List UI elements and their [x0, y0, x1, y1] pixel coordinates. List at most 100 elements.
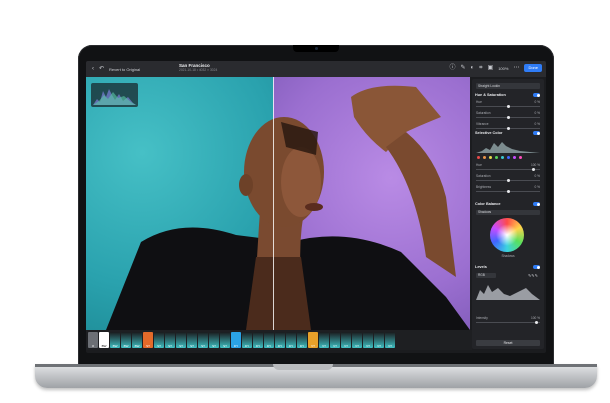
filter-thumbnail[interactable]: VT	[374, 332, 384, 348]
filter-thumbnail[interactable]: DY	[242, 332, 252, 348]
slider-value: 0 %	[534, 185, 541, 189]
slider-knob[interactable]	[507, 190, 510, 193]
filter-thumbnail[interactable]: DY	[231, 332, 241, 348]
macbook-stage: ‹ ↶ Revert to Original San Francisco 202…	[0, 0, 610, 403]
levels-toggle[interactable]	[533, 265, 540, 269]
camera-icon	[315, 47, 318, 50]
filter-thumbnail[interactable]: ST	[220, 332, 230, 348]
filter-thumbnail[interactable]: DY	[286, 332, 296, 348]
chest-shape	[246, 257, 311, 330]
filter-thumbnail[interactable]: VT	[330, 332, 340, 348]
slider-knob[interactable]	[507, 105, 510, 108]
photo-canvas[interactable]	[86, 77, 470, 330]
filter-thumbnail[interactable]: BW	[132, 332, 142, 348]
filter-thumbnail[interactable]: ST	[143, 332, 153, 348]
red-dot[interactable]	[477, 156, 480, 159]
lips-shape	[305, 203, 323, 211]
selective-color-toggle[interactable]	[533, 131, 540, 135]
filter-thumbnail[interactable]: VT	[319, 332, 329, 348]
more-icon[interactable]: ⋯	[513, 64, 519, 72]
toolbar-left: ‹ ↶ Revert to Original	[92, 65, 140, 73]
adjustment-slider[interactable]	[476, 127, 540, 130]
slider-knob[interactable]	[534, 321, 538, 324]
compare-icon[interactable]: ▣	[488, 64, 494, 72]
filter-thumbnail[interactable]: VT	[363, 332, 373, 348]
zoom-level[interactable]: 100%	[498, 66, 508, 71]
filter-thumbnail[interactable]: DY	[275, 332, 285, 348]
filter-thumbnail[interactable]: VT	[352, 332, 362, 348]
color-balance-title: Color Balance	[475, 202, 501, 206]
slider-label: Vibrance	[476, 122, 489, 126]
color-balance-mode[interactable]: Shadows	[476, 210, 540, 215]
filter-thumbnail[interactable]: VT	[308, 332, 318, 348]
filter-thumbnail[interactable]: VT	[385, 332, 395, 348]
filter-thumbnail[interactable]: ST	[154, 332, 164, 348]
filter-thumbnail[interactable]: O	[88, 332, 98, 348]
filter-thumbnail[interactable]: BW	[99, 332, 109, 348]
blue-dot[interactable]	[507, 156, 510, 159]
adjustment-slider[interactable]	[476, 190, 540, 193]
portrait-figure	[106, 85, 470, 330]
reset-button[interactable]: Reset	[476, 340, 540, 346]
cyan-dot[interactable]	[501, 156, 504, 159]
levels-title: Levels	[475, 265, 487, 269]
adjustments-sidebar: Straight Lookin Hue & Saturation Hue 0 % S…	[472, 79, 544, 349]
color-picker-dots	[477, 156, 522, 159]
eyedropper-icon[interactable]: ✎✎✎	[528, 273, 538, 278]
filter-thumbnail[interactable]: DY	[253, 332, 263, 348]
filter-thumbnail[interactable]: BW	[110, 332, 120, 348]
done-button[interactable]: Done	[524, 64, 542, 72]
slider-value: 100 %	[530, 316, 540, 320]
adjustment-slider[interactable]	[476, 168, 540, 171]
color-balance-toggle[interactable]	[533, 202, 540, 206]
adjustment-slider[interactable]	[476, 179, 540, 182]
adjustment-slider[interactable]	[476, 321, 540, 324]
preset-dropdown[interactable]: Straight Lookin	[476, 83, 540, 89]
info-icon[interactable]: ⓘ	[449, 64, 455, 72]
slider-knob[interactable]	[507, 127, 510, 130]
hue-saturation-toggle[interactable]	[533, 93, 540, 97]
photo-info: San Francisco 2021-10-18 • 4032 × 3024	[179, 63, 217, 73]
revert-button[interactable]: Revert to Original	[109, 67, 140, 72]
filter-thumbnail[interactable]: ST	[198, 332, 208, 348]
slider-label: Intensity	[476, 316, 488, 320]
brush-icon[interactable]: ✎	[460, 64, 465, 72]
filter-thumbnail[interactable]: DY	[264, 332, 274, 348]
green-dot[interactable]	[495, 156, 498, 159]
selective-color-histogram	[476, 142, 540, 153]
hue-saturation-title: Hue & Saturation	[475, 93, 506, 97]
adjustment-slider[interactable]	[476, 105, 540, 108]
slider-label: Brightness	[476, 185, 492, 189]
orange-dot[interactable]	[483, 156, 486, 159]
histogram-overlay	[91, 83, 138, 107]
purple-dot[interactable]	[513, 156, 516, 159]
filter-thumbnail[interactable]: ST	[176, 332, 186, 348]
filter-thumbnail[interactable]: VT	[341, 332, 351, 348]
slider-knob[interactable]	[531, 168, 535, 171]
yellow-dot[interactable]	[489, 156, 492, 159]
slider-label: Saturation	[476, 174, 491, 178]
compare-split-handle[interactable]	[273, 77, 274, 330]
filter-thumbnail[interactable]: BW	[121, 332, 131, 348]
filter-thumbnail[interactable]: DY	[297, 332, 307, 348]
filter-thumbnail[interactable]: ST	[209, 332, 219, 348]
filter-filmstrip: O BW BW BW BW ST ST ST ST ST ST ST ST DY DY DY DY DY DY DY V…	[86, 330, 472, 350]
back-icon[interactable]: ‹	[92, 65, 94, 73]
adjust-icon[interactable]: ◐	[471, 64, 475, 72]
slider-value: 0 %	[534, 122, 541, 126]
crop-icon[interactable]: ⌗	[479, 64, 482, 72]
color-wheel[interactable]	[490, 218, 524, 252]
filter-thumbnail[interactable]: ST	[165, 332, 175, 348]
slider-knob[interactable]	[507, 179, 510, 182]
toolbar-right: ⓘ ✎ ◐ ⌗ ▣ 100% ⋯ Done	[449, 64, 542, 72]
slider-value: 100 %	[530, 163, 540, 167]
magenta-dot[interactable]	[519, 156, 522, 159]
histogram-chart	[93, 89, 136, 105]
adjustment-slider[interactable]	[476, 116, 540, 119]
app-screen: ‹ ↶ Revert to Original San Francisco 202…	[86, 61, 546, 353]
undo-icon[interactable]: ↶	[99, 65, 104, 73]
filter-thumbnail[interactable]: ST	[187, 332, 197, 348]
levels-channel[interactable]: RGB	[476, 273, 496, 278]
selective-color-title: Selective Color	[475, 131, 503, 135]
slider-knob[interactable]	[507, 116, 510, 119]
